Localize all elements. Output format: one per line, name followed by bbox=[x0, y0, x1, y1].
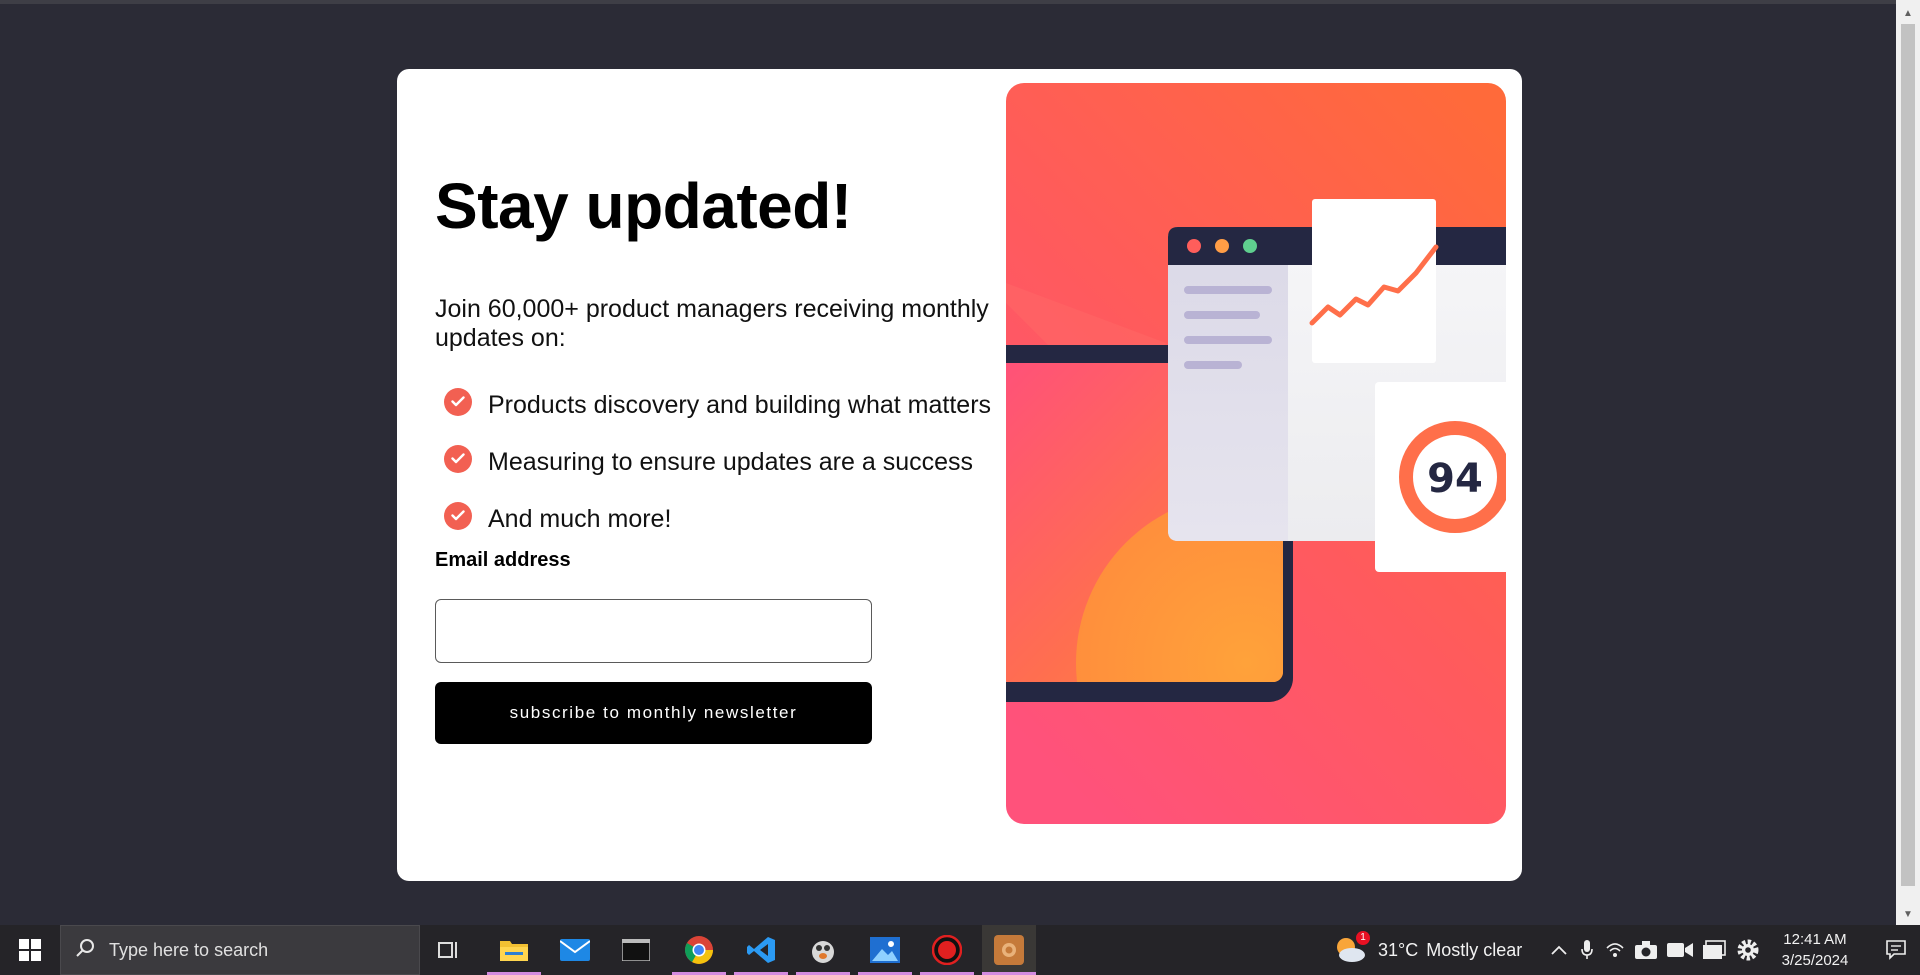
benefit-text: And much more! bbox=[488, 505, 672, 533]
photos-icon[interactable] bbox=[858, 925, 912, 975]
benefit-text: Measuring to ensure updates are a succes… bbox=[488, 448, 973, 476]
camera-icon[interactable] bbox=[1630, 925, 1662, 975]
network-icon[interactable] bbox=[1602, 925, 1628, 975]
weather-icon: 1 bbox=[1334, 931, 1370, 967]
subscribe-button[interactable]: subscribe to monthly newsletter bbox=[435, 682, 872, 744]
taskbar-search-input[interactable] bbox=[109, 939, 389, 961]
system-clock[interactable]: 12:41 AM 3/25/2024 bbox=[1770, 929, 1860, 971]
media-app-icon[interactable] bbox=[982, 925, 1036, 975]
benefit-item: Measuring to ensure updates are a succes… bbox=[435, 434, 991, 491]
benefit-list: Products discovery and building what mat… bbox=[435, 377, 991, 548]
score-text: 94 bbox=[1427, 456, 1483, 502]
check-icon bbox=[444, 444, 472, 473]
weather-widget[interactable]: 1 31°C Mostly clear bbox=[1334, 925, 1522, 975]
vscode-icon[interactable] bbox=[734, 925, 788, 975]
chrome-icon[interactable] bbox=[672, 925, 726, 975]
search-icon bbox=[75, 938, 95, 963]
check-icon bbox=[444, 387, 472, 416]
chevron-up-icon[interactable] bbox=[1546, 925, 1572, 975]
scroll-down-arrow-icon[interactable]: ▼ bbox=[1896, 905, 1920, 925]
file-explorer-icon[interactable] bbox=[487, 925, 541, 975]
settings-gear-icon[interactable] bbox=[1732, 925, 1764, 975]
task-view-icon[interactable] bbox=[422, 925, 476, 975]
video-camera-icon[interactable] bbox=[1664, 925, 1696, 975]
weather-temperature: 31°C bbox=[1378, 939, 1419, 960]
windows-start-icon[interactable] bbox=[0, 925, 60, 975]
page-title: Stay updated! bbox=[435, 170, 852, 242]
record-icon[interactable] bbox=[920, 925, 974, 975]
dashboard-illustration: 94 bbox=[1006, 83, 1506, 824]
intro-text: Join 60,000+ product managers receiving … bbox=[435, 295, 989, 352]
email-label: Email address bbox=[435, 549, 571, 571]
microphone-icon[interactable] bbox=[1576, 925, 1598, 975]
scroll-up-arrow-icon[interactable]: ▲ bbox=[1896, 4, 1920, 24]
benefit-item: Products discovery and building what mat… bbox=[435, 377, 991, 434]
vertical-scrollbar[interactable]: ▲ ▼ bbox=[1896, 0, 1920, 925]
weather-alert-badge: 1 bbox=[1356, 931, 1370, 945]
scroll-thumb[interactable] bbox=[1901, 24, 1915, 886]
weather-condition: Mostly clear bbox=[1426, 939, 1523, 960]
mail-icon[interactable] bbox=[548, 925, 602, 975]
benefit-item: And much more! bbox=[435, 491, 991, 548]
check-icon bbox=[444, 501, 472, 530]
windows-taskbar: 1 31°C Mostly clear 12:41 AM 3/25/2024 bbox=[0, 925, 1920, 975]
terminal-icon[interactable] bbox=[609, 925, 663, 975]
clock-date: 3/25/2024 bbox=[1781, 952, 1849, 969]
newsletter-card: Stay updated! Join 60,000+ product manag… bbox=[397, 69, 1522, 881]
benefit-text: Products discovery and building what mat… bbox=[488, 391, 992, 419]
app-icon[interactable] bbox=[796, 925, 850, 975]
taskbar-search-box[interactable] bbox=[60, 925, 420, 975]
window-top-edge bbox=[0, 0, 1920, 4]
windows-stack-icon[interactable] bbox=[1698, 925, 1730, 975]
clock-time: 12:41 AM bbox=[1783, 931, 1847, 948]
email-field[interactable] bbox=[435, 599, 872, 663]
notification-icon[interactable] bbox=[1872, 925, 1920, 975]
